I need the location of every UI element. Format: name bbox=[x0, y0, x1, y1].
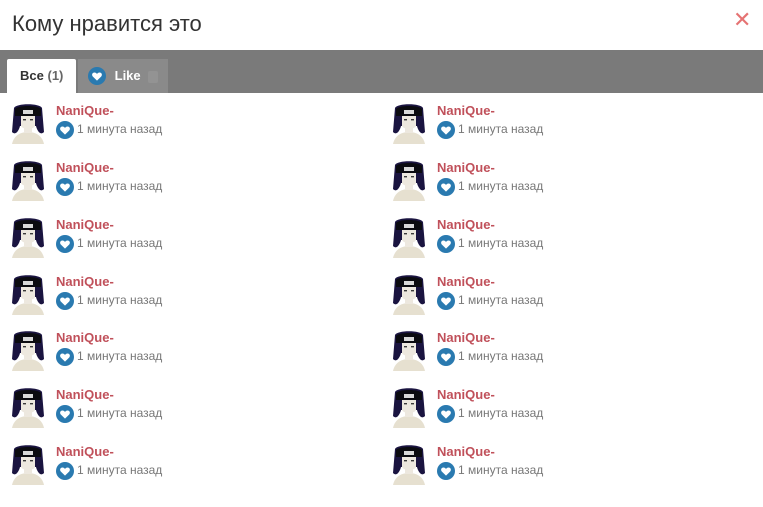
heart-icon bbox=[437, 235, 455, 253]
liker-time: 1 минута назад bbox=[458, 349, 544, 363]
liker-time: 1 минута назад bbox=[458, 406, 544, 420]
liker-username[interactable]: NaniQue- bbox=[437, 274, 495, 289]
heart-icon bbox=[56, 292, 74, 310]
liker-username[interactable]: NaniQue- bbox=[437, 217, 495, 232]
liker-username[interactable]: NaniQue- bbox=[56, 160, 114, 175]
avatar[interactable] bbox=[10, 216, 46, 258]
heart-icon bbox=[56, 462, 74, 480]
liker-username[interactable]: NaniQue- bbox=[56, 103, 114, 118]
liker-time: 1 минута назад bbox=[77, 349, 163, 363]
dialog-title: Кому нравится это bbox=[12, 11, 202, 36]
liker-time: 1 минута назад bbox=[458, 122, 544, 136]
liker-time: 1 минута назад bbox=[458, 463, 544, 477]
tab-like[interactable]: Like bbox=[78, 59, 168, 93]
liker-item: NaniQue- 1 минута назад bbox=[10, 207, 370, 258]
avatar[interactable] bbox=[391, 329, 427, 371]
liker-time: 1 минута назад bbox=[77, 179, 163, 193]
liker-username[interactable]: NaniQue- bbox=[56, 274, 114, 289]
liker-item: NaniQue- 1 минута назад bbox=[10, 93, 370, 144]
liker-item: NaniQue- 1 минута назад bbox=[10, 150, 370, 201]
liker-item: NaniQue- 1 минута назад bbox=[10, 264, 370, 315]
heart-icon bbox=[56, 121, 74, 139]
dialog-header: Кому нравится это ✕ bbox=[0, 0, 763, 50]
heart-icon bbox=[437, 121, 455, 139]
heart-icon bbox=[56, 178, 74, 196]
liker-time: 1 минута назад bbox=[458, 293, 544, 307]
liker-time: 1 минута назад bbox=[458, 236, 544, 250]
liker-username[interactable]: NaniQue- bbox=[437, 160, 495, 175]
heart-icon bbox=[437, 178, 455, 196]
liker-username[interactable]: NaniQue- bbox=[437, 387, 495, 402]
close-icon[interactable]: ✕ bbox=[733, 8, 751, 32]
liker-username[interactable]: NaniQue- bbox=[437, 444, 495, 459]
heart-icon bbox=[437, 405, 455, 423]
avatar[interactable] bbox=[391, 443, 427, 485]
avatar[interactable] bbox=[10, 443, 46, 485]
liker-time: 1 минута назад bbox=[77, 122, 163, 136]
avatar[interactable] bbox=[10, 273, 46, 315]
avatar[interactable] bbox=[391, 216, 427, 258]
avatar[interactable] bbox=[10, 329, 46, 371]
liker-username[interactable]: NaniQue- bbox=[437, 103, 495, 118]
reaction-tabs: Все (1) Like bbox=[0, 50, 763, 93]
tab-all-count: (1) bbox=[47, 68, 64, 83]
liker-item: NaniQue- 1 минута назад bbox=[391, 320, 751, 371]
heart-icon bbox=[437, 462, 455, 480]
avatar[interactable] bbox=[391, 159, 427, 201]
heart-icon bbox=[437, 348, 455, 366]
liker-time: 1 минута назад bbox=[77, 463, 163, 477]
liker-item: NaniQue- 1 минута назад bbox=[391, 264, 751, 315]
avatar[interactable] bbox=[391, 273, 427, 315]
heart-icon bbox=[56, 405, 74, 423]
liker-item: NaniQue- 1 минута назад bbox=[10, 320, 370, 371]
liker-username[interactable]: NaniQue- bbox=[437, 330, 495, 345]
liker-item: NaniQue- 1 минута назад bbox=[391, 434, 751, 485]
liker-item: NaniQue- 1 минута назад bbox=[10, 434, 370, 485]
tab-like-badge bbox=[148, 70, 159, 83]
liker-item: NaniQue- 1 минута назад bbox=[391, 93, 751, 144]
liker-item: NaniQue- 1 минута назад bbox=[391, 150, 751, 201]
tab-like-label: Like bbox=[114, 68, 141, 83]
tab-all-label: Все bbox=[20, 68, 44, 83]
liker-username[interactable]: NaniQue- bbox=[56, 387, 114, 402]
avatar[interactable] bbox=[391, 102, 427, 144]
avatar[interactable] bbox=[10, 386, 46, 428]
heart-icon bbox=[88, 66, 106, 85]
avatar[interactable] bbox=[10, 159, 46, 201]
liker-item: NaniQue- 1 минута назад bbox=[10, 377, 370, 428]
liker-time: 1 минута назад bbox=[458, 179, 544, 193]
tab-all[interactable]: Все (1) bbox=[7, 59, 76, 93]
liker-time: 1 минута назад bbox=[77, 406, 163, 420]
avatar[interactable] bbox=[391, 386, 427, 428]
liker-username[interactable]: NaniQue- bbox=[56, 444, 114, 459]
liker-time: 1 минута назад bbox=[77, 293, 163, 307]
liker-username[interactable]: NaniQue- bbox=[56, 217, 114, 232]
liker-item: NaniQue- 1 минута назад bbox=[391, 207, 751, 258]
heart-icon bbox=[437, 292, 455, 310]
liker-time: 1 минута назад bbox=[77, 236, 163, 250]
heart-icon bbox=[56, 348, 74, 366]
avatar[interactable] bbox=[10, 102, 46, 144]
liker-item: NaniQue- 1 минута назад bbox=[391, 377, 751, 428]
liker-username[interactable]: NaniQue- bbox=[56, 330, 114, 345]
heart-icon bbox=[56, 235, 74, 253]
